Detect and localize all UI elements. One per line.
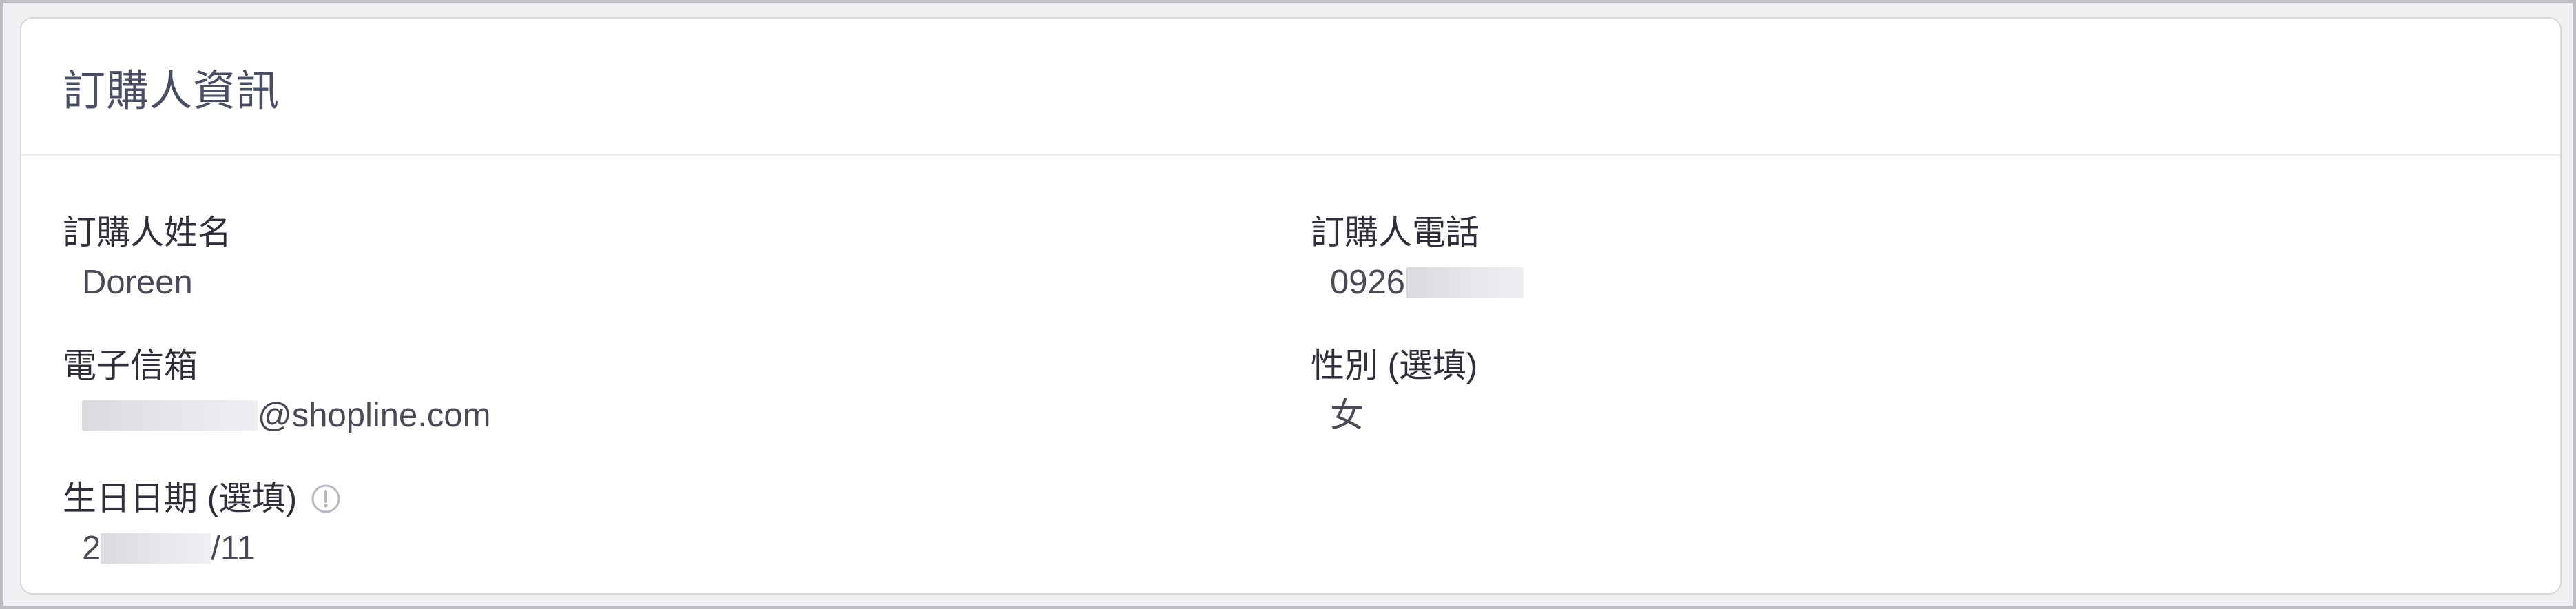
info-circle-icon[interactable] (311, 484, 341, 514)
orderer-phone-label: 訂購人電話 (1311, 214, 1480, 251)
birthday-redacted-block (101, 533, 211, 564)
email-field: 電子信箱 @shopline.com (63, 345, 490, 436)
email-label: 電子信箱 (63, 347, 198, 384)
birthday-value: 2 /11 (63, 528, 341, 569)
birthday-suffix: /11 (211, 530, 256, 567)
birthday-field: 生日日期 (選填) 2 /11 (63, 478, 341, 569)
phone-redacted-block (1406, 267, 1524, 298)
email-redacted-block (82, 400, 258, 431)
orderer-name-value: Doreen (82, 264, 193, 301)
email-value: @shopline.com (63, 395, 490, 436)
card-header: 訂購人資訊 (21, 19, 2560, 156)
email-suffix: @shopline.com (258, 397, 491, 434)
gender-value: 女 (1330, 397, 1364, 434)
orderer-phone-value: 0926 (1311, 262, 1524, 303)
screenshot-frame: 訂購人資訊 訂購人姓名 Doreen 訂購人電話 0926 電子信箱 @shop… (0, 0, 2576, 609)
card-body: 訂購人姓名 Doreen 訂購人電話 0926 電子信箱 @shopline.c… (21, 156, 2560, 593)
gender-label: 性別 (選填) (1311, 347, 1478, 384)
birthday-label-row: 生日日期 (選填) (63, 478, 341, 519)
phone-prefix: 0926 (1330, 264, 1406, 301)
orderer-name-field: 訂購人姓名 Doreen (63, 212, 231, 303)
orderer-name-label: 訂購人姓名 (63, 214, 232, 251)
birthday-label: 生日日期 (選填) (63, 480, 298, 517)
birthday-prefix: 2 (82, 530, 101, 567)
card-title: 訂購人資訊 (63, 67, 280, 115)
orderer-phone-field: 訂購人電話 0926 (1311, 212, 1524, 303)
orderer-info-card: 訂購人資訊 訂購人姓名 Doreen 訂購人電話 0926 電子信箱 @shop… (20, 17, 2562, 595)
gender-field: 性別 (選填) 女 (1311, 345, 1477, 436)
